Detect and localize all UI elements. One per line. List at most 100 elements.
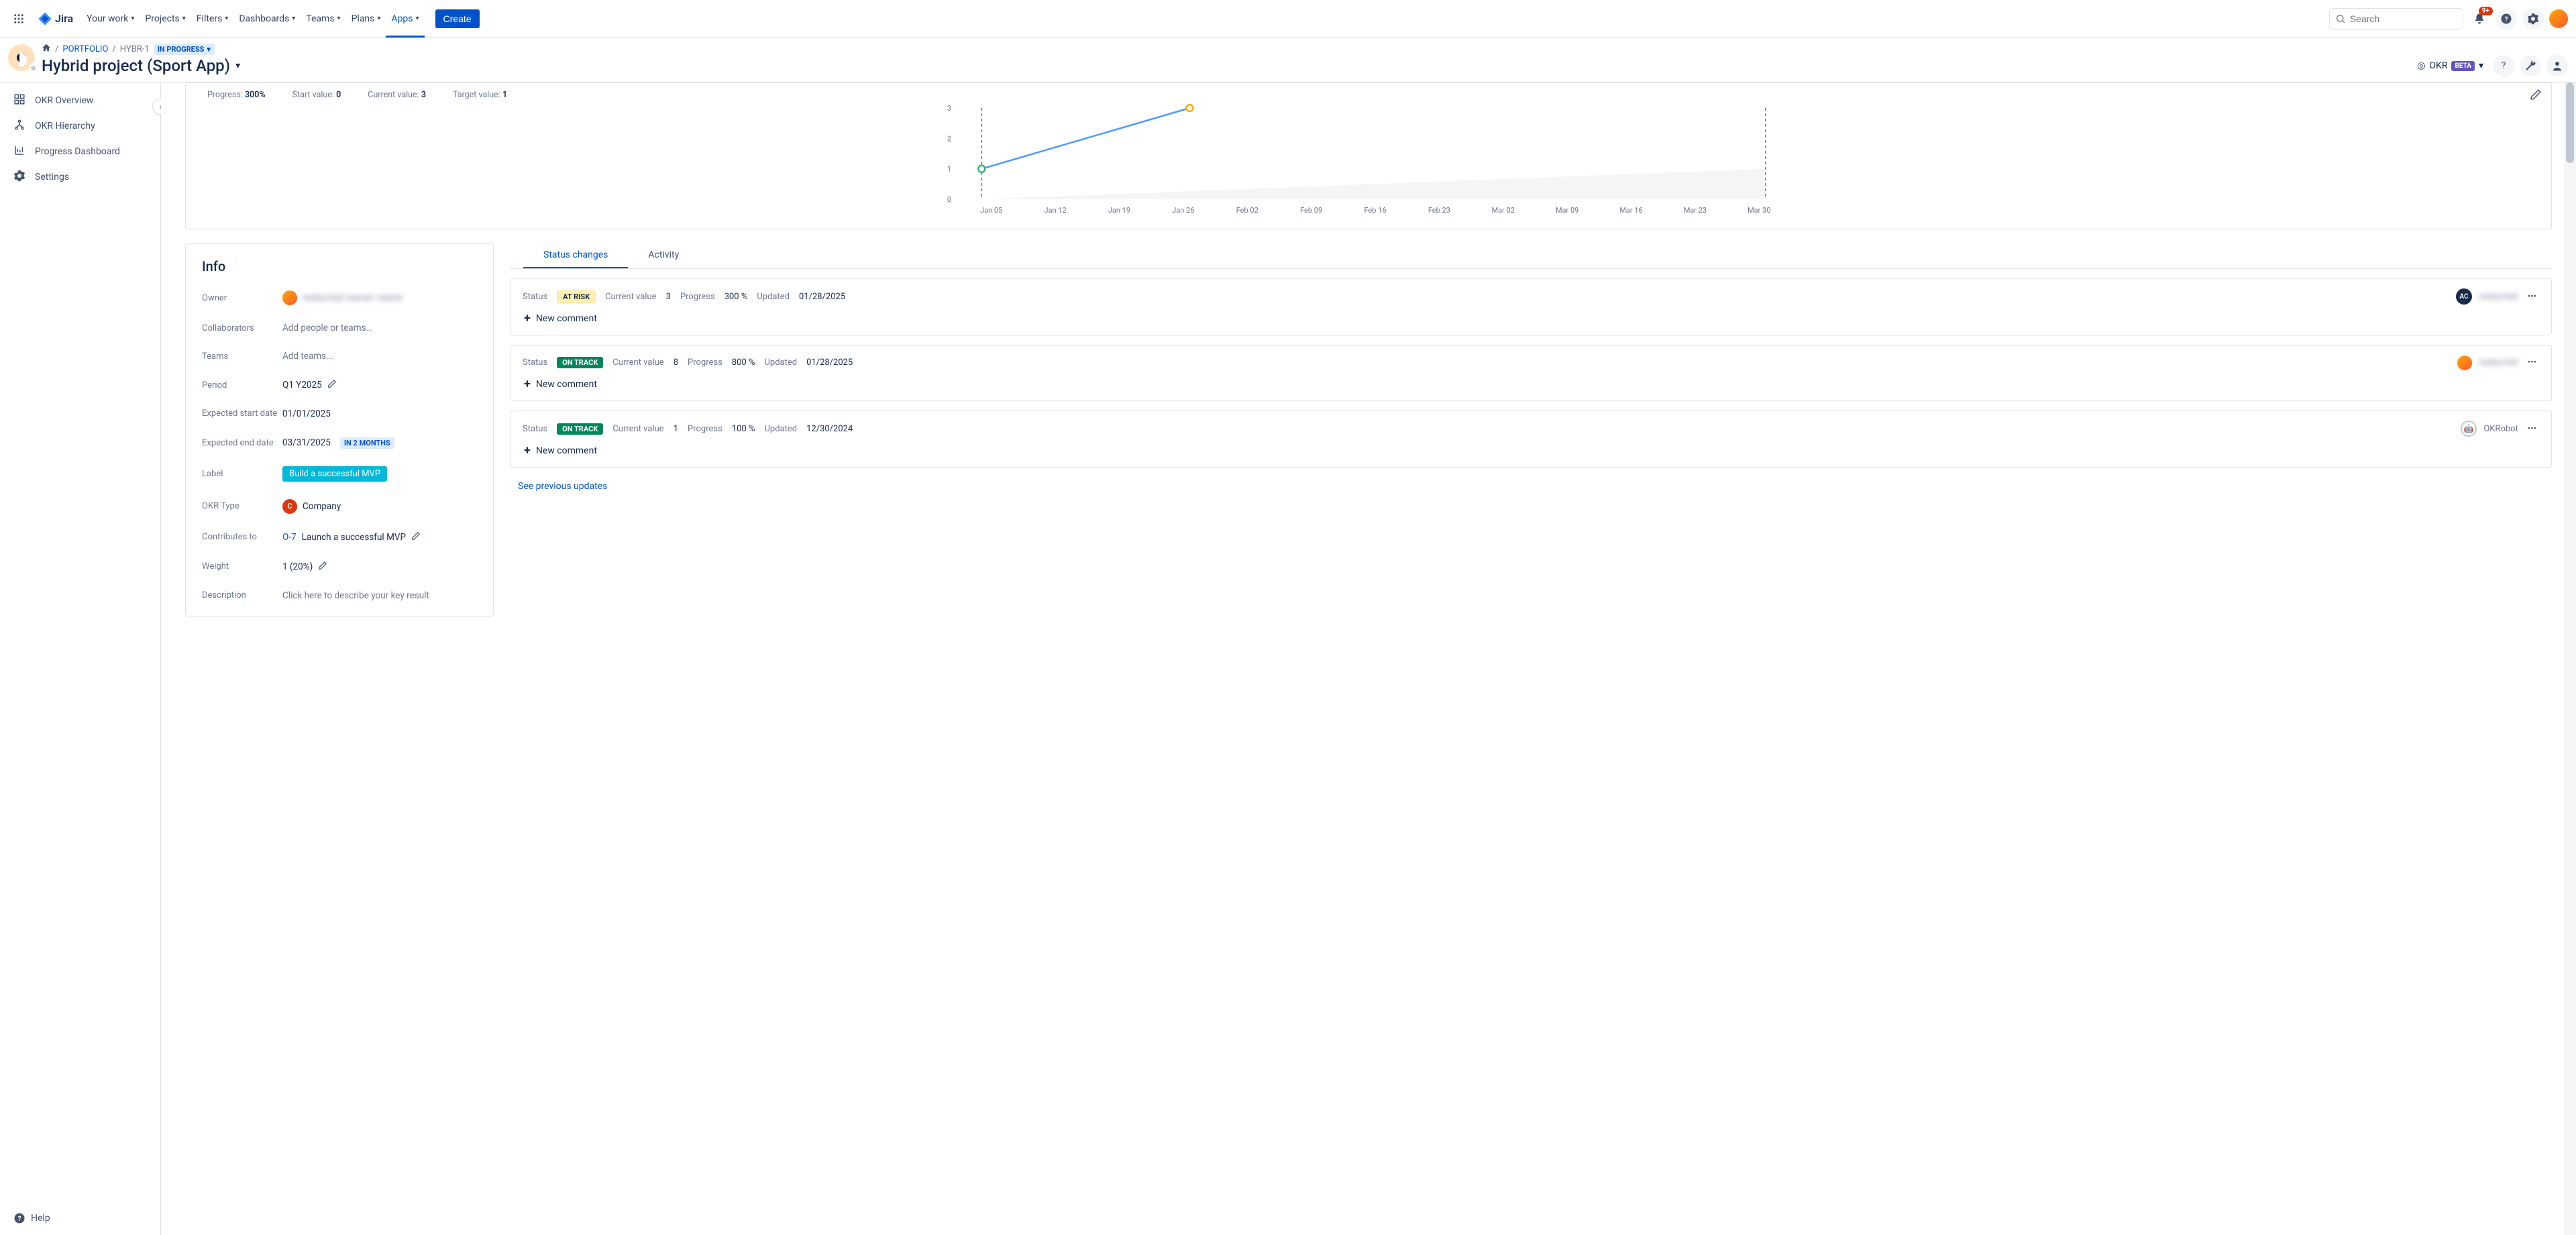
sidebar-item-okr-hierarchy[interactable]: OKR Hierarchy — [0, 113, 160, 139]
help-icon: ? — [2502, 60, 2506, 71]
plus-icon: + — [524, 443, 531, 458]
person-icon — [2551, 60, 2563, 72]
weight-label: Weight — [202, 561, 282, 572]
search-input[interactable] — [2350, 13, 2457, 24]
svg-text:Mar 09: Mar 09 — [1556, 206, 1578, 215]
header-tools-button[interactable] — [2520, 55, 2541, 76]
tab-status-changes[interactable]: Status changes — [523, 243, 628, 268]
breadcrumb-portfolio[interactable]: PORTFOLIO — [62, 44, 108, 54]
nav-item-filters[interactable]: Filters▾ — [191, 0, 234, 38]
collaborators-label: Collaborators — [202, 323, 282, 333]
breadcrumb-key: HYBR-1 — [120, 44, 150, 54]
new-comment-button[interactable]: +New comment — [523, 443, 2539, 458]
page-title: Hybrid project (Sport App) ▾ — [42, 56, 240, 75]
app-switcher-icon[interactable] — [8, 8, 30, 30]
svg-text:Jan 26: Jan 26 — [1172, 206, 1194, 215]
help-button[interactable]: ? — [2496, 8, 2517, 30]
star-icon[interactable]: ★ — [29, 63, 38, 74]
status-update-card: StatusON TRACKCurrent value8Progress800 … — [510, 345, 2552, 401]
new-comment-button[interactable]: +New comment — [523, 377, 2539, 391]
svg-text:3: 3 — [947, 104, 951, 113]
owner-value[interactable]: redacted owner name — [282, 290, 477, 305]
nav-item-teams[interactable]: Teams▾ — [301, 0, 345, 38]
header-help-button[interactable]: ? — [2493, 55, 2514, 76]
description-label: Description — [202, 590, 282, 600]
end-date-hint: IN 2 MONTHS — [340, 437, 394, 449]
nav-item-apps[interactable]: Apps▾ — [386, 0, 424, 38]
user-name: redacted — [2479, 358, 2518, 368]
label-label: Label — [202, 469, 282, 479]
main-content: Progress: 300% Start value: 0 Current va… — [161, 83, 2576, 1235]
scrollbar-thumb[interactable] — [2566, 83, 2574, 163]
search-input-wrapper[interactable] — [2329, 8, 2463, 30]
nav-item-your-work[interactable]: Your work▾ — [81, 0, 140, 38]
edit-period-button[interactable] — [327, 379, 337, 391]
create-button[interactable]: Create — [435, 9, 480, 28]
home-icon[interactable] — [42, 43, 51, 55]
edit-weight-button[interactable] — [318, 561, 327, 573]
target-icon: ◎ — [2417, 60, 2425, 71]
okr-type-label: OKR Type — [202, 501, 282, 511]
notification-badge: 9+ — [2479, 7, 2493, 15]
label-tag[interactable]: Build a successful MVP — [282, 466, 387, 482]
plus-icon: + — [524, 377, 531, 391]
chevron-down-icon: ▾ — [207, 45, 211, 54]
see-previous-updates-link[interactable]: See previous updates — [510, 481, 607, 492]
profile-avatar[interactable] — [2549, 9, 2568, 28]
svg-text:?: ? — [18, 1216, 21, 1223]
pencil-icon — [411, 531, 421, 541]
svg-text:Mar 23: Mar 23 — [1684, 206, 1707, 215]
collaborators-input[interactable]: Add people or teams... — [282, 323, 477, 333]
progress-chart: 0123Jan 05Jan 12Jan 19Jan 26Feb 02Feb 09… — [197, 104, 2540, 218]
teams-label: Teams — [202, 352, 282, 362]
sidebar-item-progress-dashboard[interactable]: Progress Dashboard — [0, 139, 160, 164]
status-lozenge[interactable]: IN PROGRESS ▾ — [154, 44, 215, 55]
chart-meta-row: Progress: 300% Start value: 0 Current va… — [197, 90, 2540, 100]
jira-logo[interactable]: Jira — [32, 11, 78, 26]
activity-panel: Status changes Activity StatusAT RISKCur… — [510, 243, 2552, 492]
scrollbar-track[interactable] — [2564, 83, 2576, 1235]
pencil-icon — [2530, 89, 2542, 101]
chevron-down-icon[interactable]: ▾ — [235, 60, 240, 71]
nav-item-plans[interactable]: Plans▾ — [346, 0, 386, 38]
pencil-icon — [327, 379, 337, 388]
edit-contributes-button[interactable] — [411, 531, 421, 543]
jira-logo-text: Jira — [55, 12, 73, 25]
contributes-title: Launch a successful MVP — [302, 532, 406, 543]
status-badge: ON TRACK — [557, 423, 603, 435]
project-avatar: ★ — [8, 44, 35, 71]
more-actions-button[interactable]: ••• — [2525, 355, 2539, 370]
nav-item-projects[interactable]: Projects▾ — [140, 0, 191, 38]
tab-activity[interactable]: Activity — [628, 243, 699, 268]
owner-name-text: redacted owner name — [303, 292, 402, 303]
sidebar-item-okr-overview[interactable]: OKR Overview — [0, 88, 160, 113]
description-input[interactable]: Click here to describe your key result — [282, 590, 477, 601]
sidebar-item-settings[interactable]: Settings — [0, 164, 160, 190]
more-actions-button[interactable]: ••• — [2525, 421, 2539, 437]
edit-chart-button[interactable] — [2530, 89, 2542, 103]
okr-type-value: Company — [303, 501, 341, 512]
status-update-card: StatusAT RISKCurrent value3Progress300 %… — [510, 278, 2552, 335]
settings-button[interactable] — [2522, 8, 2544, 30]
teams-input[interactable]: Add teams... — [282, 351, 477, 362]
sidebar-help[interactable]: ? Help — [13, 1212, 50, 1224]
pencil-icon — [318, 561, 327, 570]
info-title: Info — [202, 258, 477, 274]
header-profile-button[interactable] — [2546, 55, 2568, 76]
new-comment-button[interactable]: +New comment — [523, 311, 2539, 325]
okr-type-icon: C — [282, 499, 297, 514]
svg-text:2: 2 — [947, 134, 951, 143]
svg-text:Jan 19: Jan 19 — [1108, 206, 1130, 215]
chevron-down-icon: ▾ — [2479, 60, 2483, 71]
svg-text:0: 0 — [947, 195, 951, 204]
nav-item-dashboards[interactable]: Dashboards▾ — [233, 0, 301, 38]
notifications-button[interactable]: 9+ — [2469, 8, 2490, 30]
svg-text:Mar 16: Mar 16 — [1619, 206, 1642, 215]
more-actions-button[interactable]: ••• — [2525, 289, 2539, 305]
top-nav: Jira Your work▾Projects▾Filters▾Dashboar… — [0, 0, 2576, 38]
svg-text:?: ? — [2504, 14, 2508, 23]
user-name: OKRobot — [2483, 424, 2518, 434]
okr-app-dropdown[interactable]: ◎ OKR BETA ▾ — [2413, 58, 2487, 74]
contributes-key[interactable]: O-7 — [282, 532, 297, 543]
status-label-text: IN PROGRESS — [158, 45, 205, 54]
